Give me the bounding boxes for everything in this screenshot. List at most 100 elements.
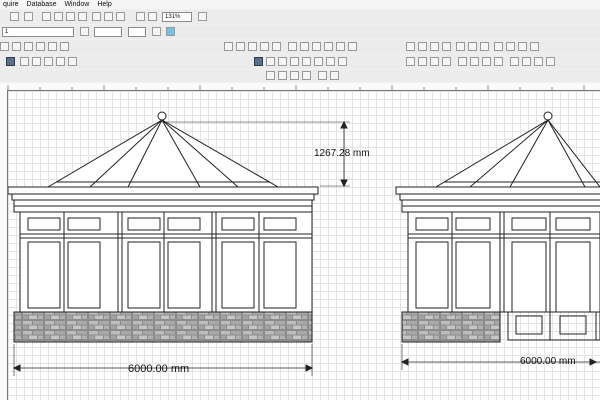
radius-icon[interactable] — [290, 71, 299, 80]
menu-bar: quire Database Window Help — [0, 0, 600, 9]
rotate-icon[interactable] — [456, 42, 465, 51]
lasso-icon[interactable] — [20, 57, 29, 66]
toolbar-row-3 — [0, 40, 600, 54]
trim-icon[interactable] — [68, 57, 77, 66]
outline-icon[interactable] — [482, 57, 491, 66]
measure-icon[interactable] — [266, 71, 275, 80]
zoom-select[interactable]: 131% — [162, 12, 192, 22]
diameter-icon[interactable] — [302, 71, 311, 80]
zoom-in-icon[interactable] — [136, 12, 145, 21]
left-width-label[interactable]: 6000.00 mm — [128, 363, 189, 375]
grid-icon[interactable] — [494, 42, 503, 51]
arrow-up-icon[interactable] — [430, 57, 439, 66]
layers-icon[interactable] — [518, 42, 527, 51]
ungroup-icon[interactable] — [236, 42, 245, 51]
delete-icon[interactable] — [92, 12, 101, 21]
align-icon[interactable] — [272, 42, 281, 51]
group-icon[interactable] — [224, 42, 233, 51]
angle-icon[interactable] — [278, 71, 287, 80]
menu-item-window[interactable]: Window — [61, 0, 92, 9]
leader-icon[interactable] — [318, 71, 327, 80]
line-weight-select[interactable]: 1 — [2, 27, 74, 37]
format-painter-icon[interactable] — [78, 12, 87, 21]
line-end-select[interactable] — [128, 27, 146, 37]
combine-icon[interactable] — [510, 57, 519, 66]
dimension-icon[interactable] — [348, 42, 357, 51]
distribute-icon[interactable] — [442, 42, 451, 51]
right-finial — [543, 111, 553, 121]
vertical-ruler — [0, 90, 8, 400]
drawing-canvas[interactable]: 1267.28 mm 6000.00 mm 6000.00 mm — [8, 91, 600, 400]
perpendicular-snap-icon[interactable] — [314, 57, 323, 66]
copy-icon[interactable] — [54, 12, 63, 21]
table-icon[interactable] — [48, 42, 57, 51]
shadow-icon[interactable] — [458, 57, 467, 66]
node-edit-icon[interactable] — [32, 57, 41, 66]
polyline-icon[interactable] — [336, 42, 345, 51]
left-finial — [157, 111, 167, 121]
break-apart-icon[interactable] — [522, 57, 531, 66]
undo-icon[interactable] — [10, 12, 19, 21]
left-stone-wall — [13, 311, 313, 343]
text-tool-icon[interactable] — [0, 42, 9, 51]
toolbar-row-5 — [0, 70, 600, 82]
line-style-select[interactable] — [94, 27, 122, 37]
bring-front-icon[interactable] — [248, 42, 257, 51]
hand-icon[interactable] — [44, 57, 53, 66]
align-left-icon[interactable] — [406, 42, 415, 51]
right-roof — [434, 119, 600, 188]
align-center-icon[interactable] — [418, 42, 427, 51]
up-arrow-icon[interactable] — [530, 42, 539, 51]
left-roof-height-label[interactable]: 1267.28 mm — [314, 148, 370, 159]
symbol-icon[interactable] — [60, 42, 69, 51]
mirror-icon[interactable] — [480, 42, 489, 51]
bezier-icon[interactable] — [324, 42, 333, 51]
fill-bucket-icon[interactable] — [152, 27, 161, 36]
fill-color-icon[interactable] — [166, 27, 175, 36]
zoom-out-icon[interactable] — [148, 12, 157, 21]
intersection-snap-icon[interactable] — [326, 57, 335, 66]
snap-icon[interactable] — [506, 42, 515, 51]
pen-icon[interactable] — [80, 27, 89, 36]
weld-icon[interactable] — [534, 57, 543, 66]
arrow-left-icon[interactable] — [406, 57, 415, 66]
menu-item-require[interactable]: quire — [0, 0, 22, 9]
menu-item-database[interactable]: Database — [24, 0, 60, 9]
image-icon[interactable] — [24, 42, 33, 51]
arc-icon[interactable] — [312, 42, 321, 51]
right-cornice — [395, 186, 600, 195]
paste-icon[interactable] — [66, 12, 75, 21]
page-icon[interactable] — [116, 12, 125, 21]
ellipse-icon[interactable] — [300, 42, 309, 51]
print-icon[interactable] — [104, 12, 113, 21]
menu-item-help[interactable]: Help — [94, 0, 114, 9]
select-tool-icon[interactable] — [6, 57, 15, 66]
center-snap-icon[interactable] — [290, 57, 299, 66]
elevation-drawing — [8, 111, 600, 376]
right-elevation — [395, 111, 600, 370]
link-icon[interactable] — [12, 42, 21, 51]
area-icon[interactable] — [330, 71, 339, 80]
ruler-ticks — [7, 85, 585, 90]
fill-icon[interactable] — [494, 57, 503, 66]
circle-icon[interactable] — [288, 42, 297, 51]
arrow-down-icon[interactable] — [442, 57, 451, 66]
transparency-icon[interactable] — [470, 57, 479, 66]
midpoint-snap-icon[interactable] — [266, 57, 275, 66]
right-width-label[interactable]: 6000.00 mm — [520, 356, 576, 367]
send-back-icon[interactable] — [260, 42, 269, 51]
intersect-icon[interactable] — [546, 57, 555, 66]
point-snap-icon[interactable] — [254, 57, 263, 66]
redo-icon[interactable] — [24, 12, 33, 21]
help-pointer-icon[interactable] — [198, 12, 207, 21]
snap-grid-icon[interactable] — [56, 57, 65, 66]
flip-icon[interactable] — [468, 42, 477, 51]
nearest-snap-icon[interactable] — [338, 57, 347, 66]
endpoint-snap-icon[interactable] — [278, 57, 287, 66]
tangent-snap-icon[interactable] — [302, 57, 311, 66]
toolbar-row-1: 131% — [0, 10, 600, 24]
align-right-icon[interactable] — [430, 42, 439, 51]
chart-icon[interactable] — [36, 42, 45, 51]
arrow-right-icon[interactable] — [418, 57, 427, 66]
cut-icon[interactable] — [42, 12, 51, 21]
